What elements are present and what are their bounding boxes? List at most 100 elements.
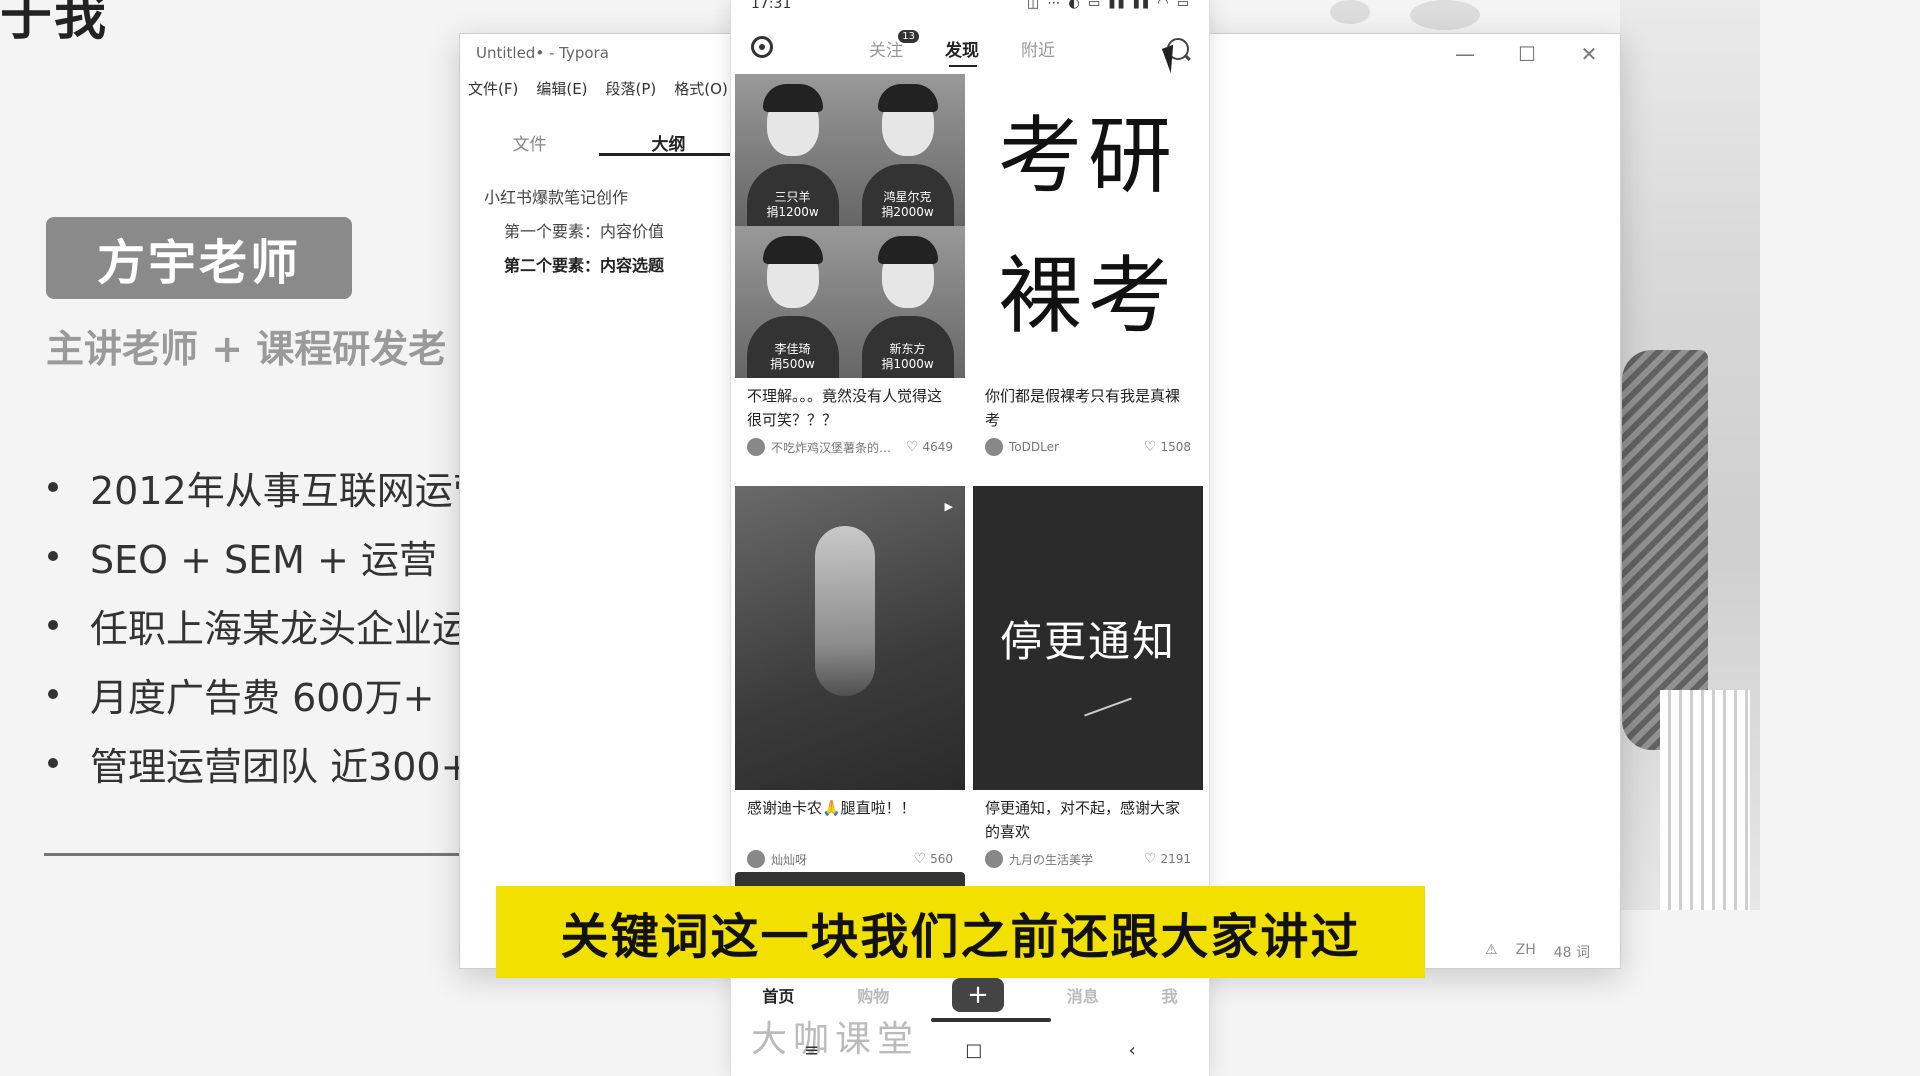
tab-following[interactable]: 关注 13 [869,30,919,61]
outline-item[interactable]: 小红书爆款笔记创作 [484,184,664,218]
card-title: 感谢迪卡农🙏腿直啦！！ [747,799,916,817]
heart-icon: ♡ [1143,851,1157,867]
video-play-icon: ▶ [944,500,953,513]
outline-panel: 小红书爆款笔记创作 第一个要素：内容价值 第二个要素：内容选题 [484,184,664,286]
home-icon[interactable]: □ [965,1040,982,1061]
face-photo: 三只羊 捐1200w [735,74,850,226]
bullet-dot-icon [48,482,58,492]
face-photo: 李佳琦 捐500w [735,226,850,378]
menu-icon[interactable]: ≡ [804,1040,819,1061]
notification-badge: 13 [898,30,919,43]
card-cover: 停更通知 [973,486,1203,790]
nav-messages[interactable]: 消息 [1067,983,1099,1007]
tab-nearby[interactable]: 附近 [1021,36,1055,61]
heart-icon: ♡ [913,851,927,867]
bio-bullet: 2012年从事互联网运营 [46,460,491,529]
like-button[interactable]: ♡ 2191 [1144,851,1191,867]
camera-icon[interactable] [751,36,773,58]
video-subtitle: 关键词这一块我们之前还跟大家讲过 [496,886,1425,978]
face-caption-name: 新东方 [889,342,926,356]
feed-card[interactable]: ▶ 感谢迪卡农🙏腿直啦！！ 灿灿呀 ♡ 560 [735,486,965,874]
face-caption-amount: 捐1200w [766,205,819,219]
face-caption-amount: 捐2000w [881,205,934,219]
bio-bullet: SEO + SEM + 运营 [46,529,491,598]
card-author[interactable]: 九月の生活美学 [985,850,1093,868]
card-author[interactable]: 灿灿呀 [747,850,807,868]
like-button[interactable]: ♡ 4649 [906,439,953,455]
card-title: 你们都是假裸考只有我是真裸考 [985,387,1181,429]
outline-item[interactable]: 第一个要素：内容价值 [484,218,664,252]
word-count[interactable]: 48 词 [1554,942,1590,962]
face-caption-name: 李佳琦 [774,342,811,356]
slide-divider [44,853,464,856]
cover-decoration [1084,697,1132,717]
typora-window-title: Untitled• - Typora [476,44,609,62]
tab-discover[interactable]: 发现 [945,36,979,67]
language-indicator[interactable]: ZH [1516,942,1536,962]
feed-tabs: 关注 13 发现 附近 [869,30,1055,67]
face-photo: 新东方 捐1000w [850,226,965,378]
nav-home[interactable]: 首页 [762,983,794,1007]
bullet-dot-icon [48,689,58,699]
cover-text: 考研 [997,107,1178,205]
avatar [747,850,765,868]
face-caption-amount: 捐1000w [881,357,934,371]
cover-text: 停更通知 [999,616,1176,666]
teacher-photo-chair [1660,690,1750,910]
bio-bullet-list: 2012年从事互联网运营 SEO + SEM + 运营 任职上海某龙头企业运 月… [46,460,491,805]
bio-bullet: 管理运营团队 近300+ [46,736,491,805]
avatar [985,850,1003,868]
feed-card[interactable]: 停更通知 停更通知，对不起，感谢大家的喜欢 九月の生活美学 ♡ 2191 [973,486,1203,874]
face-caption-name: 三只羊 [774,190,811,204]
back-icon[interactable]: ‹ [1129,1040,1136,1061]
feed-card[interactable]: 三只羊 捐1200w 鸿星尔克 捐2000w 李佳琦 捐500w 新东方 捐1000w … [735,74,965,462]
teacher-name-badge: 方宇老师 [46,217,352,299]
top-nav: 关注 13 发现 附近 [731,30,1209,70]
face-caption-amount: 捐500w [770,357,815,371]
card-author[interactable]: 不吃炸鸡汉堡薯条的… [747,438,891,456]
window-controls: — ☐ ✕ [1434,34,1620,74]
card-author[interactable]: ToDDLer [985,438,1059,456]
face-caption-name: 鸿星尔克 [883,190,932,204]
bottom-nav: 首页 购物 + 消息 我 [731,975,1209,1015]
cover-text: 裸考 [997,247,1178,345]
flower-decoration [1330,0,1370,24]
avatar [747,438,765,456]
card-title: 停更通知，对不起，感谢大家的喜欢 [985,799,1181,841]
card-title: 不理解。。。竟然没有人觉得这很可笑？？？ [747,387,943,429]
nav-me[interactable]: 我 [1162,983,1178,1007]
heart-icon: ♡ [1143,439,1157,455]
like-button[interactable]: ♡ 1508 [1144,439,1191,455]
bullet-dot-icon [48,620,58,630]
system-nav: ≡ □ ‹ [731,1040,1209,1061]
bullet-dot-icon [48,758,58,768]
heart-icon: ♡ [905,439,919,455]
bio-bullet: 月度广告费 600万+ [46,667,491,736]
face-photo: 鸿星尔克 捐2000w [850,74,965,226]
like-button[interactable]: ♡ 560 [914,851,953,867]
menu-file[interactable]: 文件(F) [468,78,518,99]
card-cover: 考研 裸考 [973,74,1203,378]
card-cover: 三只羊 捐1200w 鸿星尔克 捐2000w 李佳琦 捐500w 新东方 捐1000w [735,74,965,378]
typora-statusbar: ⚠ ZH 48 词 [1485,942,1590,962]
minimize-button[interactable]: — [1434,34,1496,74]
menu-format[interactable]: 格式(O) [674,78,728,99]
bio-bullet: 任职上海某龙头企业运 [46,598,491,667]
maximize-button[interactable]: ☐ [1496,34,1558,74]
status-icons: ◫ ⋯ ◐ ▭ ▮▮ ▮▮ ◠ ▭ [1026,0,1191,11]
nav-shop[interactable]: 购物 [857,983,889,1007]
card-cover: ▶ [735,486,965,790]
menu-paragraph[interactable]: 段落(P) [606,78,657,99]
warning-icon[interactable]: ⚠ [1485,942,1498,962]
feed-card[interactable]: 考研 裸考 你们都是假裸考只有我是真裸考 ToDDLer ♡ 1508 [973,74,1203,462]
bullet-dot-icon [48,551,58,561]
avatar [985,438,1003,456]
home-indicator [931,1018,1051,1022]
publish-button[interactable]: + [951,978,1004,1012]
teacher-role: 主讲老师 + 课程研发老 [46,327,447,371]
menu-edit[interactable]: 编辑(E) [536,78,587,99]
flower-decoration [1410,0,1480,30]
slide-title: 于我 [0,0,109,47]
outline-item[interactable]: 第二个要素：内容选题 [484,252,664,286]
close-button[interactable]: ✕ [1558,34,1620,74]
